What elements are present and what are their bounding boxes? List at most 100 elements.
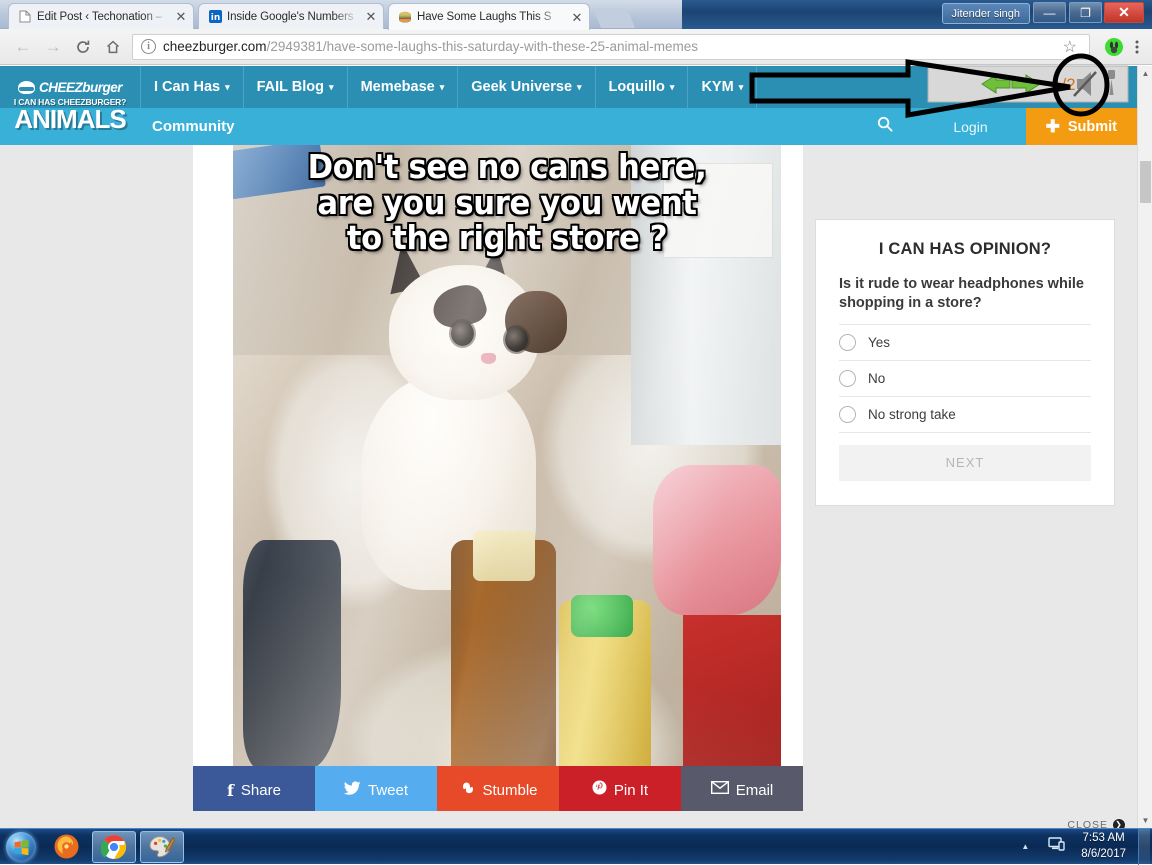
new-tab-button[interactable] — [592, 8, 636, 28]
nav-item-fail-blog[interactable]: FAIL Blog ▾ — [242, 66, 347, 108]
share-stumbleupon-button[interactable]: Stumble — [437, 766, 559, 814]
chrome-menu-button[interactable] — [1130, 39, 1144, 55]
radio-icon[interactable] — [839, 333, 856, 351]
clock-time: 7:53 AM — [1082, 831, 1125, 844]
poll-option-no-strong-take[interactable]: No strong take — [839, 395, 1091, 432]
home-icon — [107, 40, 119, 53]
tab-title: Inside Google's Numbers — [227, 10, 354, 23]
browser-window: Edit Post ‹ Techonation – ✕ in Inside Go… — [0, 0, 1152, 828]
system-tray: ▲ 7:53 AM 8/6/2017 — [1012, 828, 1152, 865]
share-facebook-button[interactable]: f Share — [193, 766, 315, 814]
logo-title: ANIMALS — [14, 103, 126, 134]
back-arrow-icon: ← — [14, 36, 32, 56]
back-button[interactable]: ← — [8, 32, 38, 62]
submit-button[interactable]: ✚ Submit — [1025, 108, 1137, 145]
ad-close-button[interactable]: CLOSE ❯ — [1067, 818, 1125, 829]
poll-next-wrapper: NEXT — [839, 431, 1091, 481]
poll-option-label: Yes — [868, 334, 891, 350]
share-pinterest-button[interactable]: Pin It — [559, 766, 681, 814]
clock-date: 8/6/2017 — [1081, 847, 1126, 860]
meme-image[interactable]: Don't see no cans here, are you sure you… — [233, 145, 781, 801]
share-label: Tweet — [367, 781, 409, 799]
forward-arrow-icon: → — [44, 36, 62, 56]
svg-text:in: in — [210, 13, 220, 23]
tray-expand-icon[interactable]: ▲ — [1012, 842, 1038, 851]
extension-icon[interactable] — [1105, 37, 1123, 56]
minimize-icon: — — [1043, 5, 1056, 20]
chevron-down-icon: ▾ — [329, 81, 334, 92]
chevron-down-icon: ▾ — [225, 81, 230, 92]
radio-icon[interactable] — [839, 369, 856, 387]
tab-title: Edit Post ‹ Techonation – — [37, 10, 163, 23]
taskbar-item-chrome[interactable] — [92, 830, 136, 863]
linkedin-icon: in — [208, 10, 222, 24]
page-icon — [18, 10, 32, 24]
radio-icon[interactable] — [839, 405, 856, 423]
show-desktop-button[interactable] — [1138, 828, 1150, 865]
taskbar-clock[interactable]: 7:53 AM 8/6/2017 — [1075, 831, 1138, 862]
forward-button[interactable]: → — [38, 32, 68, 62]
site-info-icon[interactable]: i — [141, 39, 156, 54]
bookmark-star-icon[interactable]: ☆ — [1059, 37, 1081, 57]
user-name-label: Jitender singh — [951, 7, 1021, 20]
nav-label: KYM — [701, 79, 734, 95]
nav-item-memebase[interactable]: Memebase ▾ — [346, 66, 458, 108]
meme-caption-line-2: are you sure you went — [317, 182, 697, 222]
community-label: Community — [152, 118, 235, 135]
start-button[interactable] — [2, 831, 40, 863]
close-label: CLOSE — [1067, 818, 1108, 829]
share-email-button[interactable]: Email — [681, 766, 803, 814]
chevron-down-icon: ▾ — [669, 81, 675, 92]
nav-item-kym[interactable]: KYM ▾ — [687, 66, 756, 108]
share-label: Email — [735, 781, 774, 799]
window-maximize-button[interactable]: ❐ — [1069, 2, 1102, 23]
search-icon[interactable] — [855, 116, 915, 137]
tab-close-icon[interactable]: ✕ — [570, 11, 584, 24]
tab-strip: Edit Post ‹ Techonation – ✕ in Inside Go… — [0, 0, 1152, 30]
nav-item-i-can-has[interactable]: I Can Has ▾ — [140, 66, 243, 108]
chevron-down-icon: ▾ — [738, 81, 744, 92]
scroll-down-icon[interactable]: ▼ — [1138, 813, 1152, 828]
window-minimize-button[interactable]: — — [1033, 2, 1066, 23]
share-label: Pin It — [613, 781, 649, 799]
poll-next-button[interactable]: NEXT — [839, 444, 1091, 481]
poll-option-yes[interactable]: Yes — [839, 323, 1091, 360]
poll-option-label: No strong take — [868, 406, 956, 422]
taskbar-item-firefox[interactable] — [44, 831, 88, 863]
browser-toolbar: ← → i cheezburger.com/2949381/have-some-… — [0, 29, 1152, 65]
user-profile-button[interactable]: Jitender singh — [941, 3, 1030, 24]
nav-label: I Can Has — [154, 79, 221, 95]
share-twitter-button[interactable]: Tweet — [315, 766, 437, 814]
browser-tab-2[interactable]: in Inside Google's Numbers ✕ — [198, 3, 384, 29]
site-subnav-bar: I CAN HAS CHEEZBURGER? ANIMALS Community… — [0, 97, 1137, 145]
taskbar-item-paint[interactable] — [140, 830, 184, 863]
tab-close-icon[interactable]: ✕ — [174, 10, 188, 23]
nav-item-geek-universe[interactable]: Geek Universe ▾ — [457, 66, 594, 108]
subnav-item-community[interactable]: Community — [152, 118, 235, 135]
network-icon[interactable] — [1038, 837, 1075, 856]
next-label: NEXT — [945, 455, 985, 471]
scrollbar-thumb[interactable] — [1140, 161, 1151, 203]
login-label: Login — [953, 118, 988, 135]
browser-tab-1[interactable]: Edit Post ‹ Techonation – ✕ — [8, 3, 194, 29]
page-scrollbar[interactable]: ▲ ▼ — [1137, 66, 1152, 828]
scroll-up-icon[interactable]: ▲ — [1138, 66, 1152, 81]
chrome-icon — [101, 834, 127, 859]
close-arrow-icon: ❯ — [1113, 818, 1125, 828]
meme-caption-line-1: Don't see no cans here, — [307, 147, 707, 186]
window-close-button[interactable]: ✕ — [1104, 2, 1144, 23]
subnav-right-group: Login ✚ Submit — [855, 108, 1137, 145]
login-link[interactable]: Login — [915, 119, 1025, 135]
reload-button[interactable] — [68, 32, 98, 62]
nav-item-loquillo[interactable]: Loquillo ▾ — [594, 66, 688, 108]
browser-tab-3[interactable]: Have Some Laughs This S ✕ — [388, 3, 590, 30]
tab-close-icon[interactable]: ✕ — [364, 10, 378, 23]
nav-label: Loquillo — [608, 79, 665, 95]
post-content-column: Don't see no cans here, are you sure you… — [193, 145, 803, 828]
address-bar[interactable]: i cheezburger.com/2949381/have-some-laug… — [132, 33, 1090, 60]
poll-option-no[interactable]: No — [839, 359, 1091, 396]
chevron-down-icon: ▾ — [439, 81, 445, 92]
share-label: Share — [240, 781, 281, 799]
animals-logo[interactable]: I CAN HAS CHEEZBURGER? ANIMALS — [0, 86, 140, 142]
home-button[interactable] — [98, 32, 128, 62]
